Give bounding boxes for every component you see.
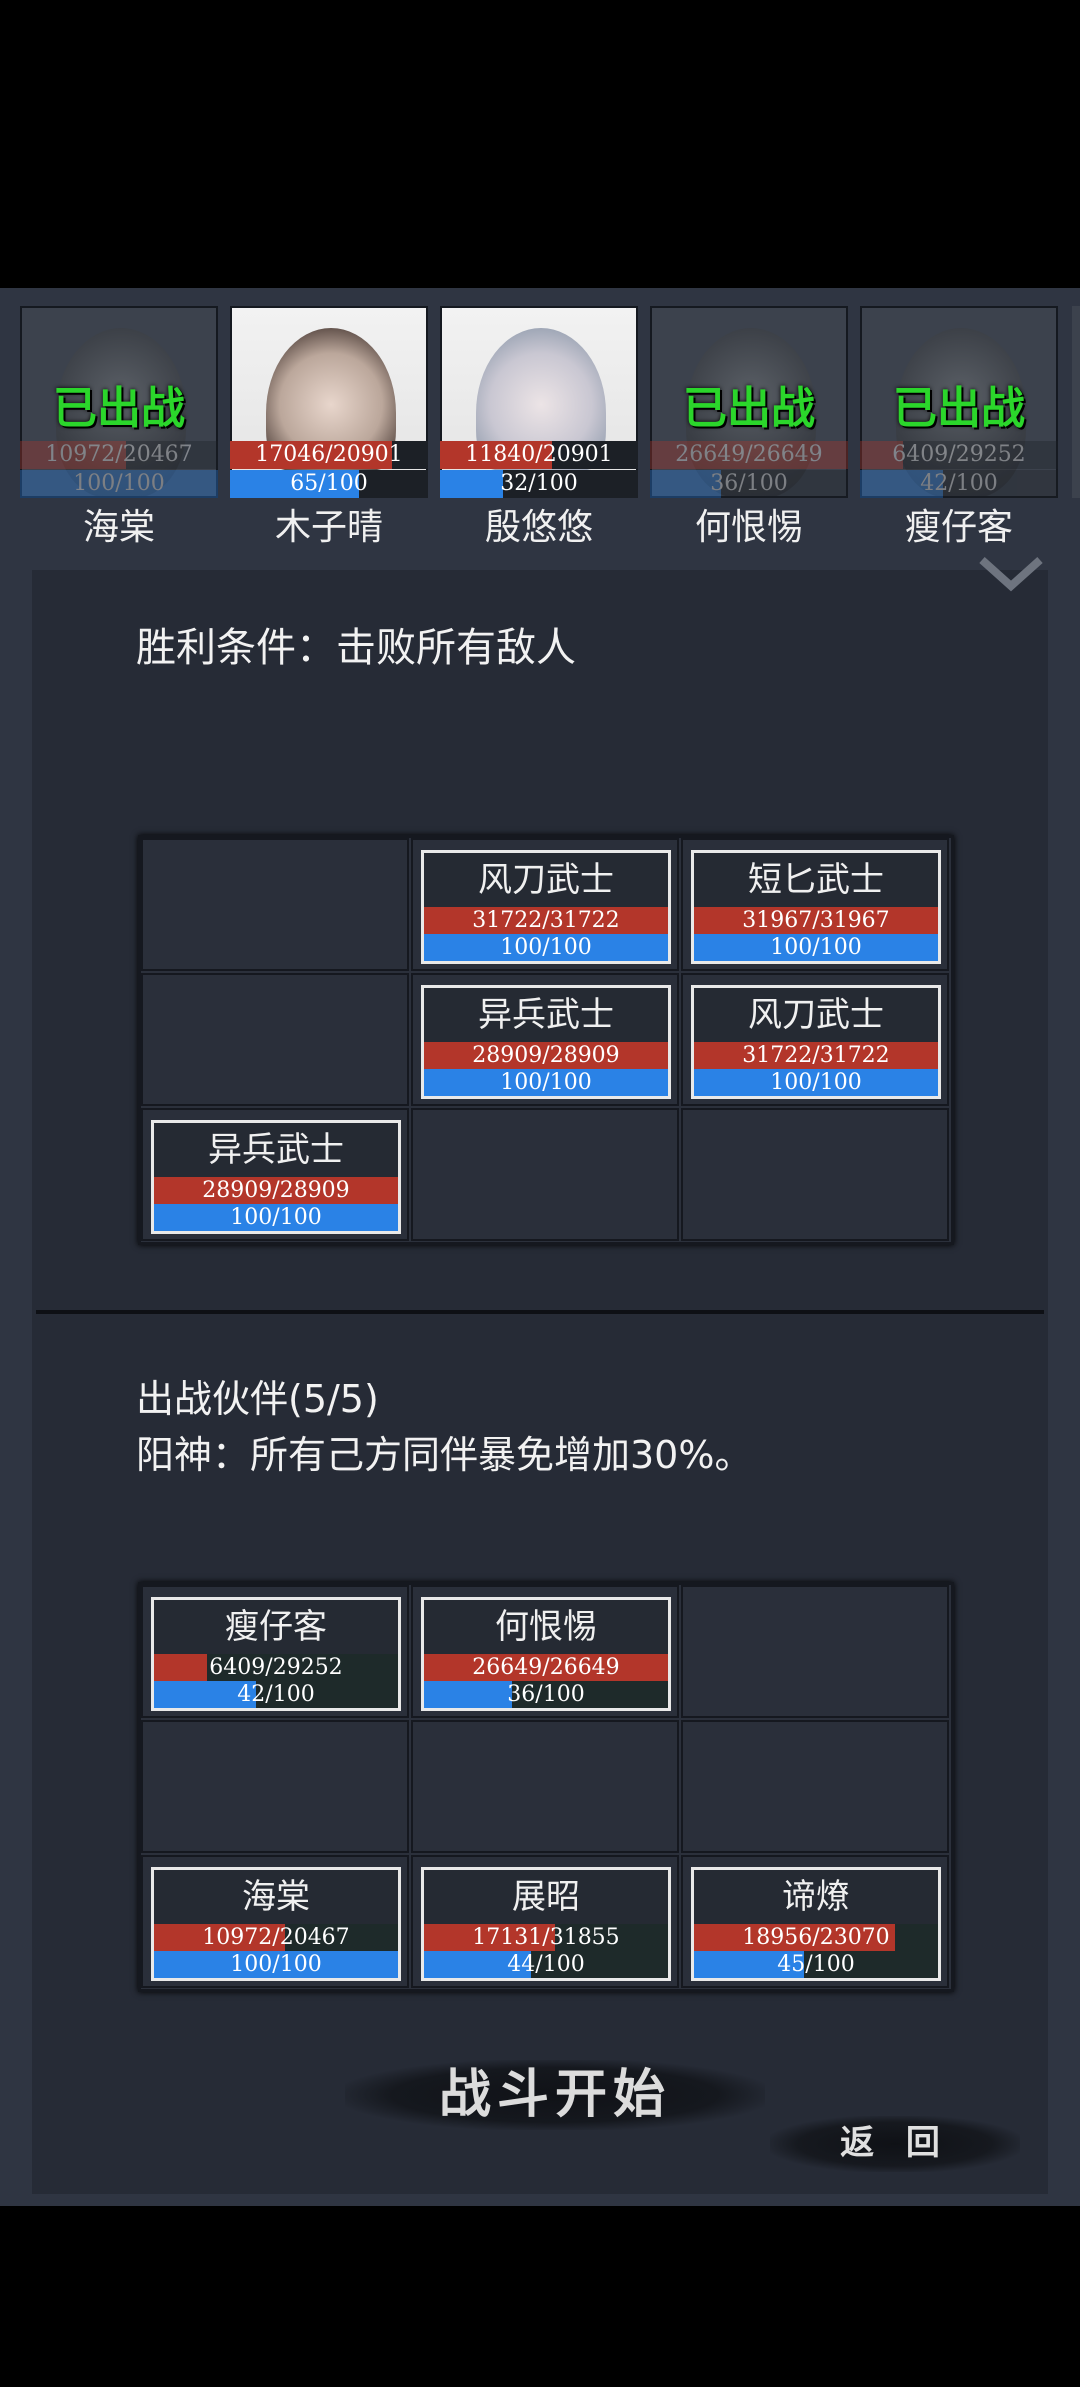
grid-cell[interactable] (411, 1108, 679, 1241)
grid-cell[interactable] (681, 1108, 949, 1241)
hp-bar: 18956/23070 (694, 1924, 938, 1951)
grid-cell[interactable]: 异兵武士 28909/28909 100/100 (411, 973, 679, 1106)
mp-bar: 100/100 (694, 1069, 938, 1096)
mp-bar: 32/100 (440, 470, 638, 498)
status-bar-area (0, 0, 1080, 288)
hp-bar: 28909/28909 (424, 1042, 668, 1069)
mp-bar: 42/100 (154, 1681, 398, 1708)
hero-name: 何恨惕 (694, 507, 803, 548)
unit-name: 风刀武士 (478, 860, 614, 900)
grid-cell[interactable]: 海棠 10972/20467 100/100 (141, 1855, 409, 1988)
mp-bar: 44/100 (424, 1951, 668, 1978)
chevron-down-icon[interactable] (976, 554, 1046, 594)
mp-bar: 65/100 (230, 470, 428, 498)
hp-bar: 31722/31722 (424, 907, 668, 934)
enemy-formation-grid: 风刀武士 31722/31722 100/100 短匕武士 31967/3196… (138, 835, 954, 1245)
hero-name: 殷悠悠 (484, 507, 593, 548)
mp-bar: 45/100 (694, 1951, 938, 1978)
ally-formation-grid: 瘦仔客 6409/29252 42/100 何恨惕 26649/26649 36… (138, 1582, 954, 1992)
unit-name: 海棠 (242, 1877, 310, 1917)
mp-bar: 100/100 (154, 1951, 398, 1978)
mp-bar: 100/100 (154, 1204, 398, 1231)
hero-name: 木子晴 (274, 507, 383, 548)
section-divider (36, 1310, 1044, 1314)
hero-roster: 已出战 10972/20467 100/100 海棠 17046/20901 6… (0, 300, 1080, 560)
start-battle-button[interactable]: 战斗开始 (345, 2050, 765, 2140)
ally-unit-card[interactable]: 展昭 17131/31855 44/100 (421, 1867, 671, 1981)
hp-bar: 17131/31855 (424, 1924, 668, 1951)
grid-cell[interactable] (411, 1720, 679, 1853)
victory-condition: 胜利条件：击败所有敌人 (136, 625, 576, 671)
hp-bar: 31722/31722 (694, 1042, 938, 1069)
start-battle-label: 战斗开始 (438, 2064, 671, 2125)
grid-cell[interactable] (141, 1720, 409, 1853)
enemy-unit-card[interactable]: 短匕武士 31967/31967 100/100 (691, 850, 941, 964)
hero-name: 海棠 (82, 507, 155, 548)
enemy-unit-card[interactable]: 异兵武士 28909/28909 100/100 (421, 985, 671, 1099)
navigation-bar-area (0, 2206, 1080, 2387)
ally-unit-card[interactable]: 谛燎 18956/23070 45/100 (691, 1867, 941, 1981)
team-title: 出战伙伴(5/5) (136, 1377, 379, 1421)
ally-unit-card[interactable]: 何恨惕 26649/26649 36/100 (421, 1597, 671, 1711)
unit-name: 展昭 (512, 1877, 580, 1917)
mp-bar: 100/100 (424, 934, 668, 961)
unit-name: 异兵武士 (478, 995, 614, 1035)
deployed-label: 已出战 (893, 383, 1025, 434)
mp-bar: 100/100 (424, 1069, 668, 1096)
roster-hero[interactable]: 已出战 10972/20467 100/100 海棠 (20, 300, 218, 560)
hp-bar: 28909/28909 (154, 1177, 398, 1204)
ally-unit-card[interactable]: 海棠 10972/20467 100/100 (151, 1867, 401, 1981)
deployed-label: 已出战 (53, 383, 185, 434)
unit-name: 异兵武士 (208, 1130, 344, 1170)
back-label: 返 回 (840, 2123, 950, 2163)
hp-bar: 26649/26649 (650, 441, 848, 469)
team-bonus: 阳神：所有己方同伴暴免增加30%。 (136, 1433, 753, 1477)
grid-cell[interactable]: 风刀武士 31722/31722 100/100 (411, 838, 679, 971)
grid-cell[interactable]: 瘦仔客 6409/29252 42/100 (141, 1585, 409, 1718)
mp-bar: 36/100 (424, 1681, 668, 1708)
hp-bar: 10972/20467 (20, 441, 218, 469)
deployed-label: 已出战 (683, 383, 815, 434)
mp-bar: 36/100 (650, 470, 848, 498)
grid-cell[interactable] (681, 1585, 949, 1718)
hp-bar: 17046/20901 (230, 441, 428, 469)
grid-cell[interactable]: 谛燎 18956/23070 45/100 (681, 1855, 949, 1988)
hp-bar: 6409/29252 (860, 441, 1058, 469)
unit-name: 风刀武士 (748, 995, 884, 1035)
mp-bar: 42/100 (860, 470, 1058, 498)
grid-cell[interactable] (141, 973, 409, 1106)
ally-unit-card[interactable]: 瘦仔客 6409/29252 42/100 (151, 1597, 401, 1711)
grid-cell[interactable] (141, 838, 409, 971)
grid-cell[interactable]: 异兵武士 28909/28909 100/100 (141, 1108, 409, 1241)
roster-hero[interactable]: 17046/20901 65/100 木子晴 (230, 300, 428, 560)
unit-name: 谛燎 (782, 1877, 850, 1917)
unit-name: 瘦仔客 (225, 1607, 327, 1647)
hp-bar: 6409/29252 (154, 1654, 398, 1681)
roster-hero[interactable]: 已出战 6409/29252 42/100 瘦仔客 (860, 300, 1058, 560)
hero-name: 瘦仔客 (904, 507, 1013, 548)
hp-bar: 31967/31967 (694, 907, 938, 934)
back-button[interactable]: 返 回 (770, 2110, 1020, 2176)
mp-bar: 100/100 (694, 934, 938, 961)
unit-name: 短匕武士 (748, 860, 884, 900)
roster-hero[interactable]: 11840/20901 32/100 殷悠悠 (440, 300, 638, 560)
grid-cell[interactable]: 风刀武士 31722/31722 100/100 (681, 973, 949, 1106)
grid-cell[interactable]: 展昭 17131/31855 44/100 (411, 1855, 679, 1988)
roster-next-portrait-edge (1072, 306, 1080, 498)
hp-bar: 10972/20467 (154, 1924, 398, 1951)
grid-cell[interactable]: 短匕武士 31967/31967 100/100 (681, 838, 949, 971)
mp-bar: 100/100 (20, 470, 218, 498)
hp-bar: 11840/20901 (440, 441, 638, 469)
enemy-unit-card[interactable]: 风刀武士 31722/31722 100/100 (691, 985, 941, 1099)
unit-name: 何恨惕 (495, 1607, 597, 1647)
enemy-unit-card[interactable]: 异兵武士 28909/28909 100/100 (151, 1120, 401, 1234)
enemy-unit-card[interactable]: 风刀武士 31722/31722 100/100 (421, 850, 671, 964)
hp-bar: 26649/26649 (424, 1654, 668, 1681)
grid-cell[interactable]: 何恨惕 26649/26649 36/100 (411, 1585, 679, 1718)
grid-cell[interactable] (681, 1720, 949, 1853)
roster-hero[interactable]: 已出战 26649/26649 36/100 何恨惕 (650, 300, 848, 560)
